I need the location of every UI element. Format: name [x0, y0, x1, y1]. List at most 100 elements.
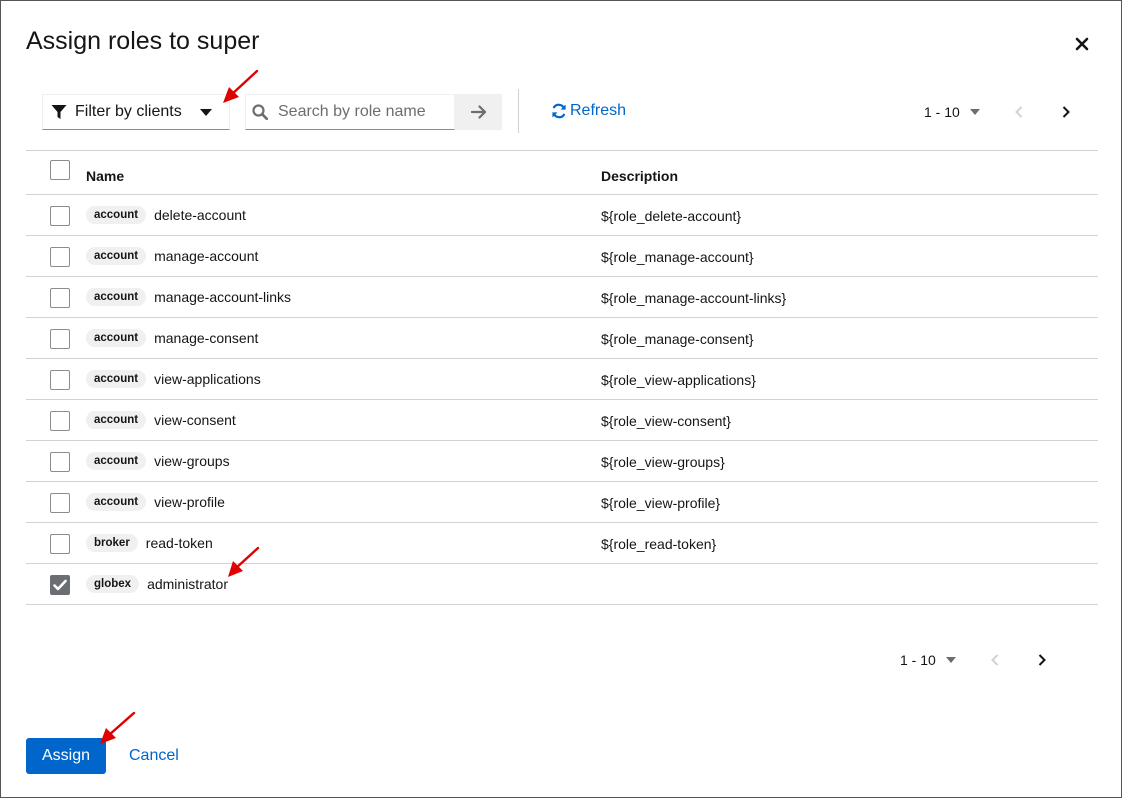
caret-down-icon: [945, 657, 956, 663]
client-badge: account: [86, 206, 147, 224]
table-row: globex administrator: [26, 564, 1098, 605]
bottom-pagination: 1 - 10: [900, 651, 1060, 669]
chevron-right-icon: [1062, 106, 1070, 118]
pagination-range: 1 - 10: [900, 652, 936, 668]
role-name: manage-consent: [154, 330, 259, 346]
pagination-range: 1 - 10: [924, 104, 960, 120]
table-row: account view-groups ${role_view-groups}: [26, 441, 1098, 482]
close-button[interactable]: [1069, 31, 1095, 57]
row-checkbox[interactable]: [50, 534, 70, 554]
top-pagination: 1 - 10: [924, 103, 1084, 121]
role-description: ${role_view-applications}: [601, 372, 756, 388]
filter-by-clients-select[interactable]: Filter by clients: [42, 94, 230, 130]
pagination-range-toggle[interactable]: 1 - 10: [900, 652, 956, 668]
client-badge: account: [86, 493, 147, 511]
caret-down-icon: [200, 109, 212, 116]
role-description: ${role_read-token}: [601, 536, 717, 552]
previous-page-button[interactable]: [1009, 102, 1029, 122]
client-badge: globex: [86, 575, 140, 593]
next-page-button[interactable]: [1032, 650, 1052, 670]
client-badge: account: [86, 452, 147, 470]
role-name: view-profile: [154, 494, 225, 510]
search-submit-button[interactable]: [455, 94, 502, 130]
client-badge: account: [86, 288, 147, 306]
table-header: Name Description: [26, 150, 1098, 195]
toolbar-divider: [518, 89, 519, 133]
client-badge: account: [86, 329, 147, 347]
role-description: ${role_manage-account}: [601, 249, 754, 265]
checkmark-icon: [53, 579, 67, 591]
role-name-cell: account delete-account: [86, 206, 246, 224]
refresh-button[interactable]: Refresh: [551, 102, 626, 120]
assign-roles-modal: Assign roles to super Filter by clients: [0, 0, 1122, 798]
table-row: account view-profile ${role_view-profile}: [26, 482, 1098, 523]
previous-page-button[interactable]: [985, 650, 1005, 670]
arrow-right-icon: [470, 105, 486, 119]
role-description: ${role_manage-account-links}: [601, 290, 787, 306]
search-icon: [252, 104, 268, 120]
role-name: view-consent: [154, 412, 236, 428]
row-checkbox[interactable]: [50, 452, 70, 472]
row-checkbox[interactable]: [50, 575, 70, 595]
filter-select-label: Filter by clients: [75, 103, 182, 120]
roles-table: Name Description account delete-account ${…: [26, 150, 1098, 605]
role-name-cell: account view-applications: [86, 370, 261, 388]
refresh-label: Refresh: [570, 102, 627, 119]
row-checkbox[interactable]: [50, 206, 70, 226]
client-badge: broker: [86, 534, 138, 552]
row-checkbox[interactable]: [50, 329, 70, 349]
role-name-cell: account manage-consent: [86, 329, 258, 347]
role-name-cell: account manage-account-links: [86, 288, 291, 306]
table-row: broker read-token ${role_read-token}: [26, 523, 1098, 564]
role-name: view-applications: [154, 371, 261, 387]
role-description: ${role_manage-consent}: [601, 331, 754, 347]
role-name-cell: account view-groups: [86, 452, 230, 470]
role-name-cell: broker read-token: [86, 534, 213, 552]
table-row: account view-consent ${role_view-consent}: [26, 400, 1098, 441]
role-description: ${role_view-profile}: [601, 495, 721, 511]
role-name: delete-account: [154, 207, 246, 223]
client-badge: account: [86, 370, 147, 388]
role-name-cell: account view-profile: [86, 493, 225, 511]
table-row: account view-applications ${role_view-appl…: [26, 359, 1098, 400]
chevron-right-icon: [1038, 654, 1046, 666]
role-name: view-groups: [154, 453, 230, 469]
table-row: account manage-consent ${role_manage-conse…: [26, 318, 1098, 359]
search-input[interactable]: [278, 103, 448, 121]
row-checkbox[interactable]: [50, 493, 70, 513]
chevron-left-icon: [991, 654, 999, 666]
client-badge: account: [86, 411, 147, 429]
modal-title: Assign roles to super: [26, 27, 260, 55]
role-description: ${role_view-consent}: [601, 413, 731, 429]
pagination-range-toggle[interactable]: 1 - 10: [924, 104, 980, 120]
close-icon: [1075, 37, 1089, 51]
client-badge: account: [86, 247, 147, 265]
filter-icon: [51, 105, 67, 119]
row-checkbox[interactable]: [50, 247, 70, 267]
role-name-cell: account view-consent: [86, 411, 236, 429]
next-page-button[interactable]: [1056, 102, 1076, 122]
table-row: account manage-account-links ${role_manage…: [26, 277, 1098, 318]
role-name: manage-account-links: [154, 289, 292, 305]
table-row: account manage-account ${role_manage-accou…: [26, 236, 1098, 277]
role-description: ${role_view-groups}: [601, 454, 725, 470]
row-checkbox[interactable]: [50, 370, 70, 390]
refresh-icon: [552, 103, 566, 119]
table-row: account delete-account ${role_delete-accou…: [26, 195, 1098, 236]
assign-button[interactable]: Assign: [26, 738, 106, 774]
cancel-button[interactable]: Cancel: [129, 747, 179, 765]
role-name-cell: account manage-account: [86, 247, 258, 265]
row-checkbox[interactable]: [50, 411, 70, 431]
column-header-name: Name: [86, 168, 125, 184]
role-name-cell: globex administrator: [86, 575, 228, 593]
column-header-description: Description: [601, 168, 679, 184]
role-name: administrator: [147, 576, 228, 592]
role-name: read-token: [145, 535, 213, 551]
select-all-checkbox[interactable]: [50, 160, 70, 180]
role-name: manage-account: [154, 248, 259, 264]
caret-down-icon: [969, 109, 980, 115]
role-description: ${role_delete-account}: [601, 208, 742, 224]
chevron-left-icon: [1015, 106, 1023, 118]
row-checkbox[interactable]: [50, 288, 70, 308]
search-box: [245, 94, 455, 130]
